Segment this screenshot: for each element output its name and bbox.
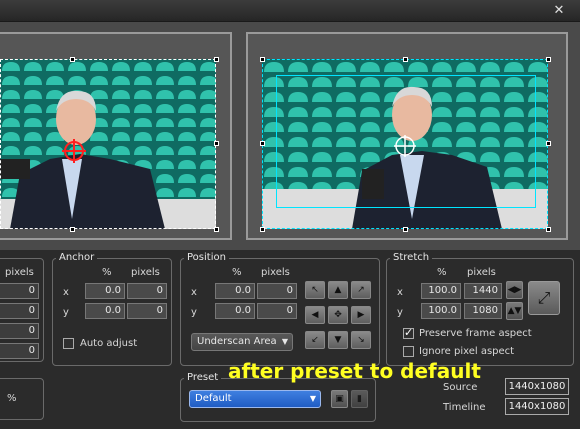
chevron-down-icon: ▼ xyxy=(309,394,316,403)
anchor-y-px-field[interactable]: 0 xyxy=(127,303,167,319)
frame-handle-bottom[interactable] xyxy=(403,227,408,232)
anchor-y-pct-field[interactable]: 0.0 xyxy=(85,303,125,319)
stretch-y-px-field[interactable]: 1080 xyxy=(464,303,502,319)
nudge-up-right-icon[interactable]: ↗ xyxy=(351,281,371,299)
underscan-dropdown[interactable]: Underscan Area ▼ xyxy=(191,333,293,351)
left-value-1[interactable]: 0 xyxy=(0,283,39,299)
anchor-pct-header: % xyxy=(102,267,112,278)
position-panel: Position % pixels x y 0.0 0 0.0 0 Unders… xyxy=(180,252,380,366)
ignore-pixel-aspect-checkbox[interactable] xyxy=(403,346,414,357)
source-label: Source xyxy=(443,382,478,393)
stretch-vertical-icon[interactable]: ▲▼ xyxy=(506,302,523,320)
timeline-value: 1440x1080 xyxy=(505,398,569,415)
anchor-x-pct-field[interactable]: 0.0 xyxy=(85,283,125,299)
source-preview[interactable] xyxy=(0,32,232,240)
anchor-title: Anchor xyxy=(56,252,98,263)
stretch-y-pct-field[interactable]: 100.0 xyxy=(421,303,461,319)
stretch-y-label: y xyxy=(397,307,403,318)
frame-handle-top[interactable] xyxy=(403,57,408,62)
frame-handle-bottom-left[interactable] xyxy=(260,227,265,232)
stretch-pct-header: % xyxy=(437,267,447,278)
crop-handle-top[interactable] xyxy=(70,57,75,62)
left-value-4[interactable]: 0 xyxy=(0,343,39,359)
frame-handle-left[interactable] xyxy=(260,141,265,146)
preset-title: Preset xyxy=(184,372,222,383)
stretch-pixels-header: pixels xyxy=(467,267,496,278)
crop-handle-bottom[interactable] xyxy=(70,227,75,232)
stretch-x-pct-field[interactable]: 100.0 xyxy=(421,283,461,299)
bottom-left-unit: % xyxy=(7,393,17,404)
output-preview[interactable] xyxy=(246,32,568,240)
left-pixels-header: pixels xyxy=(5,267,34,278)
stretch-panel: Stretch % pixels x y 100.0 1440 100.0 10… xyxy=(386,252,574,366)
nudge-left-icon[interactable]: ◀ xyxy=(305,306,325,324)
preset-panel: Preset Default ▼ ▣ ▮ xyxy=(180,372,376,422)
anchor-y-label: y xyxy=(63,307,69,318)
crop-handle-right[interactable] xyxy=(214,141,219,146)
position-pct-header: % xyxy=(232,267,242,278)
left-stretch-panel: pixels 0 0 0 0 xyxy=(0,258,44,362)
crop-handle-top-right[interactable] xyxy=(214,57,219,62)
nudge-up-left-icon[interactable]: ↖ xyxy=(305,281,325,299)
position-pixels-header: pixels xyxy=(261,267,290,278)
preset-dropdown[interactable]: Default ▼ xyxy=(189,390,321,408)
position-y-px-field[interactable]: 0 xyxy=(257,303,297,319)
nudge-up-icon[interactable]: ▲ xyxy=(328,281,348,299)
stretch-x-px-field[interactable]: 1440 xyxy=(464,283,502,299)
preview-area xyxy=(0,22,580,250)
chevron-down-icon: ▼ xyxy=(281,337,288,346)
delete-preset-icon[interactable]: ▮ xyxy=(351,390,368,408)
preserve-frame-aspect-label: Preserve frame aspect xyxy=(419,328,532,339)
anchor-pixels-header: pixels xyxy=(131,267,160,278)
frame-handle-bottom-right[interactable] xyxy=(546,227,551,232)
stretch-x-label: x xyxy=(397,287,403,298)
left-value-3[interactable]: 0 xyxy=(0,323,39,339)
frame-handle-top-right[interactable] xyxy=(546,57,551,62)
nudge-right-icon[interactable]: ▶ xyxy=(351,306,371,324)
nudge-down-icon[interactable]: ▼ xyxy=(328,331,348,349)
position-y-pct-field[interactable]: 0.0 xyxy=(215,303,255,319)
timeline-label: Timeline xyxy=(443,402,486,413)
nudge-down-right-icon[interactable]: ↘ xyxy=(351,331,371,349)
frame-handle-right[interactable] xyxy=(546,141,551,146)
position-y-label: y xyxy=(191,307,197,318)
nudge-down-left-icon[interactable]: ↙ xyxy=(305,331,325,349)
anchor-panel: Anchor % pixels x y 0.0 0 0.0 0 Auto adj… xyxy=(52,252,172,366)
left-value-2[interactable]: 0 xyxy=(0,303,39,319)
source-image xyxy=(0,59,216,229)
anchor-crosshair-icon[interactable] xyxy=(62,139,86,163)
close-icon[interactable]: ✕ xyxy=(552,4,566,18)
preset-dropdown-value: Default xyxy=(195,393,232,404)
dialog-titlebar: ✕ xyxy=(0,0,580,22)
anchor-x-px-field[interactable]: 0 xyxy=(127,283,167,299)
annotation-text: after preset to default xyxy=(228,359,481,383)
position-x-px-field[interactable]: 0 xyxy=(257,283,297,299)
position-title: Position xyxy=(184,252,229,263)
bottom-left-panel: % xyxy=(0,378,44,420)
stretch-horizontal-icon[interactable]: ◀▶ xyxy=(506,281,523,299)
crop-handle-bottom-right[interactable] xyxy=(214,227,219,232)
auto-adjust-label: Auto adjust xyxy=(80,338,138,349)
auto-adjust-checkbox[interactable] xyxy=(63,338,74,349)
anchor-x-label: x xyxy=(63,287,69,298)
frame-handle-top-left[interactable] xyxy=(260,57,265,62)
source-value: 1440x1080 xyxy=(505,378,569,395)
stretch-title: Stretch xyxy=(390,252,433,263)
ignore-pixel-aspect-label: Ignore pixel aspect xyxy=(419,346,515,357)
position-crosshair-icon[interactable] xyxy=(394,135,416,157)
position-x-pct-field[interactable]: 0.0 xyxy=(215,283,255,299)
preserve-frame-aspect-checkbox[interactable] xyxy=(403,326,414,339)
center-move-icon[interactable]: ✥ xyxy=(328,306,348,324)
save-preset-icon[interactable]: ▣ xyxy=(331,390,348,408)
underscan-dropdown-value: Underscan Area xyxy=(197,336,277,347)
fit-to-frame-icon[interactable]: ⤢ xyxy=(528,281,560,315)
position-x-label: x xyxy=(191,287,197,298)
